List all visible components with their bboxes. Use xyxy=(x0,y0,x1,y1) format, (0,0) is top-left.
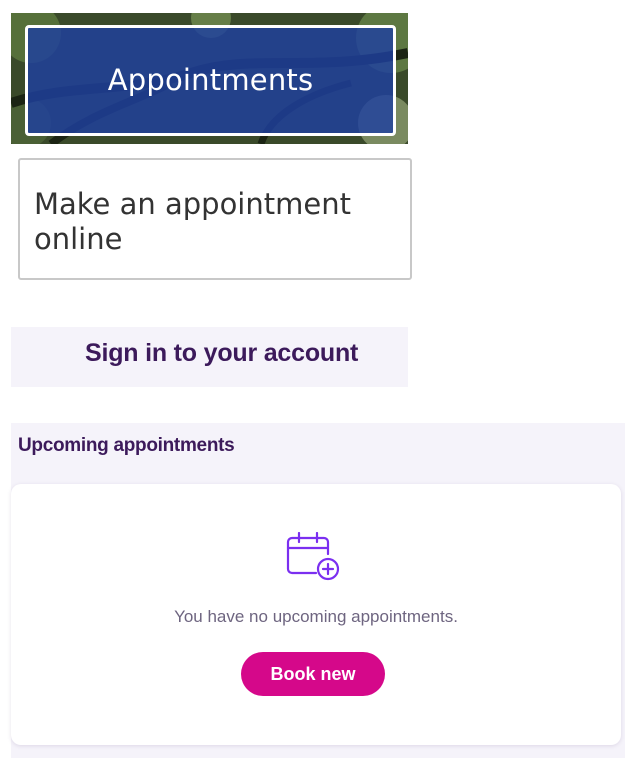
sign-in-bar: Sign in to your account xyxy=(11,327,408,387)
calendar-add-icon xyxy=(286,532,340,581)
hero-banner: Appointments xyxy=(11,13,408,144)
upcoming-appointments-section: Upcoming appointments You have no upcomi… xyxy=(11,423,625,758)
sign-in-link[interactable]: Sign in to your account xyxy=(85,339,358,368)
empty-appointments-card: You have no upcoming appointments. Book … xyxy=(11,484,621,745)
no-appointments-message: You have no upcoming appointments. xyxy=(174,607,458,626)
hero-title: Appointments xyxy=(107,62,314,97)
book-new-button[interactable]: Book new xyxy=(241,652,385,696)
make-appointment-card[interactable]: Make an appointment online xyxy=(18,158,412,280)
make-appointment-title[interactable]: Make an appointment online xyxy=(34,187,394,257)
hero-title-box: Appointments xyxy=(25,25,396,136)
upcoming-appointments-heading: Upcoming appointments xyxy=(18,435,235,456)
